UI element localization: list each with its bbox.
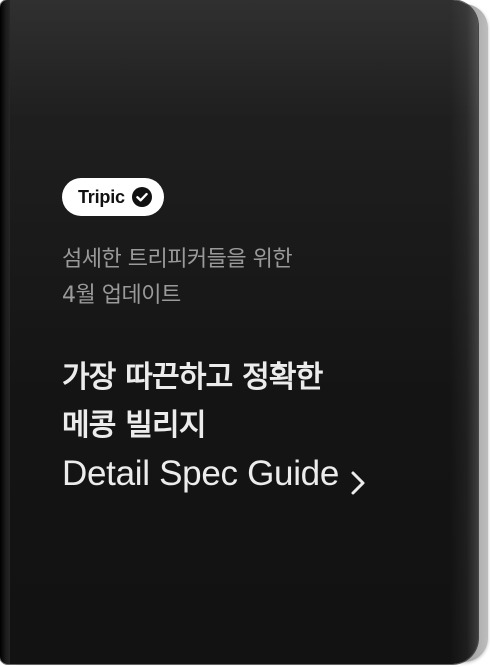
guide-card-stage: Tripic 섬세한 트리피커들을 위한 4월 업데이트 가장 따끈하고 정확한… xyxy=(0,0,490,667)
card-spine xyxy=(0,0,10,664)
chevron-right-icon xyxy=(349,461,367,495)
brand-badge: Tripic xyxy=(62,178,164,216)
headline-line: 메콩 빌리지 xyxy=(62,408,206,443)
detail-spec-guide-link[interactable]: Detail Spec Guide xyxy=(62,450,367,498)
brand-badge-label: Tripic xyxy=(78,186,125,207)
detail-spec-guide-label: Detail Spec Guide xyxy=(62,454,340,493)
headline-line: 가장 따끈하고 정확한 xyxy=(62,360,323,395)
card-subtitle: 섬세한 트리피커들을 위한 4월 업데이트 xyxy=(62,242,448,314)
subtitle-line: 섬세한 트리피커들을 위한 xyxy=(62,247,293,272)
card-headline: 가장 따끈하고 정확한 메콩 빌리지 xyxy=(62,354,448,450)
guide-card[interactable]: Tripic 섬세한 트리피커들을 위한 4월 업데이트 가장 따끈하고 정확한… xyxy=(0,0,478,664)
subtitle-line: 4월 업데이트 xyxy=(62,283,181,308)
card-edge-highlight xyxy=(450,0,478,664)
check-circle-icon xyxy=(131,186,153,208)
card-content: Tripic 섬세한 트리피커들을 위한 4월 업데이트 가장 따끈하고 정확한… xyxy=(62,178,448,498)
